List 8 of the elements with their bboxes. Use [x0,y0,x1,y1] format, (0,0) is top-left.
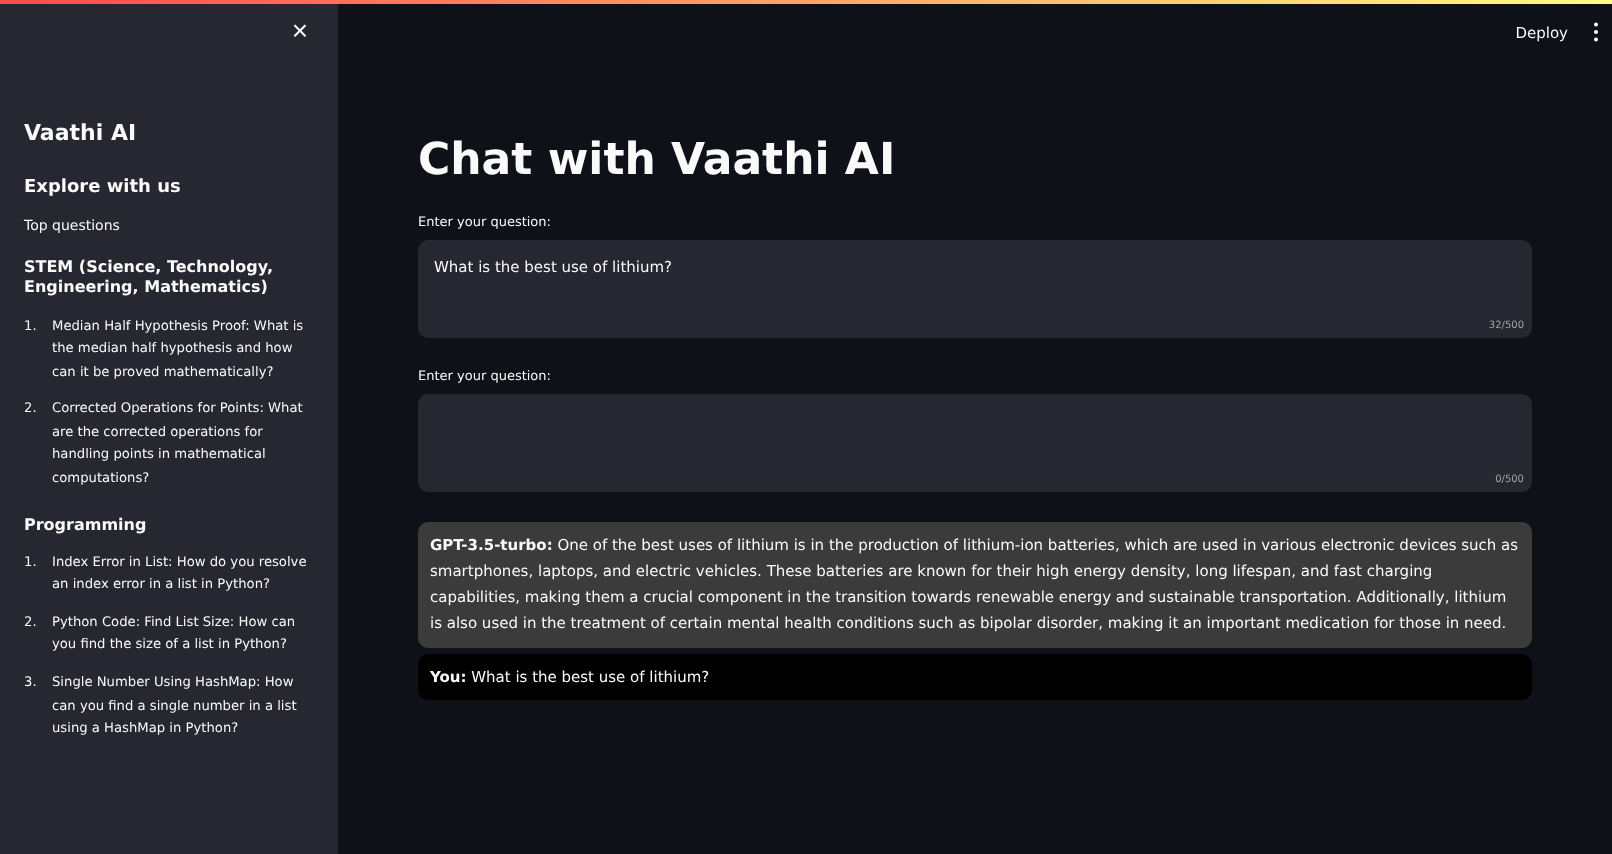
section-title: STEM (Science, Technology, Engineering, Mathematics) [24,258,275,300]
sidebar-heading: Explore with us [24,178,183,198]
question-field[interactable] [418,394,1532,492]
section-title: Programming [24,515,149,536]
sidebar-title: Vaathi AI [24,120,139,146]
menu-icon[interactable] [1592,22,1600,42]
page-title: Chat with Vaathi AI [418,136,898,186]
close-button[interactable]: × [285,16,314,44]
